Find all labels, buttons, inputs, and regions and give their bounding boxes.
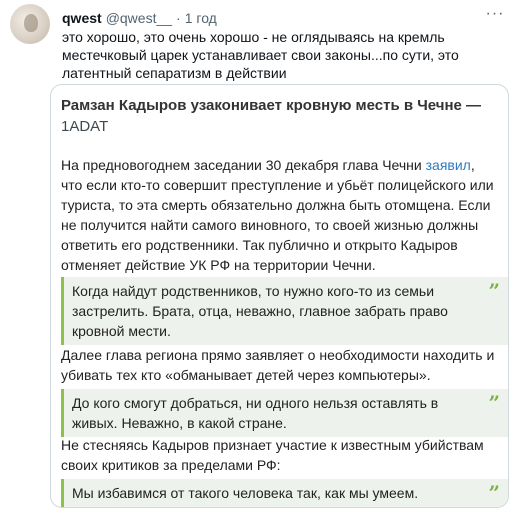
closing-quote-icon: ” [488, 391, 500, 415]
tweet-text: это хорошо, это очень хорошо - не огляды… [62, 29, 459, 81]
quote-1-text: Когда найдут родственников, то нужно ког… [72, 283, 448, 339]
avatar-image [24, 14, 38, 32]
timestamp[interactable]: 1 год [185, 10, 217, 26]
author-handle[interactable]: @qwest__ [106, 10, 172, 26]
quote-block-1: Когда найдут родственников, то нужно ког… [61, 277, 508, 345]
author-name[interactable]: qwest [62, 10, 102, 26]
quote-3-text: Мы избавимся от такого человека так, как… [72, 485, 419, 501]
paragraph-1-text-start: На предновогоднем заседании 30 декабря г… [61, 157, 426, 173]
closing-quote-icon: ” [488, 481, 500, 505]
quoted-article-card[interactable]: Рамзан Кадыров узаконивает кровную месть… [50, 84, 509, 508]
article-paragraph-3: Не стесняясь Кадыров признает участие к … [61, 437, 484, 473]
tweet-header: qwest @qwest__ · 1 год ··· [62, 6, 507, 28]
more-horizontal-icon[interactable]: ··· [483, 6, 507, 28]
avatar[interactable] [10, 4, 50, 44]
article-link[interactable]: заявил [426, 157, 471, 173]
article-title-text: Рамзан Кадыров узаконивает кровную месть… [61, 97, 482, 114]
quote-block-2: До кого смогут добраться, ни одного нель… [61, 389, 508, 437]
separator-dot: · [176, 10, 181, 26]
closing-quote-icon: ” [488, 279, 500, 303]
article-paragraph-2: Далее глава региона прямо заявляет о нео… [61, 347, 495, 383]
quote-2-text: До кого смогут добраться, ни одного нель… [72, 395, 439, 431]
paragraph-1-text-end: , что если кто-то совершит преступление … [61, 157, 494, 273]
article-source: 1ADAT [61, 118, 109, 135]
quote-block-3: Мы избавимся от такого человека так, как… [61, 479, 508, 507]
article-title: Рамзан Кадыров узаконивает кровную месть… [61, 95, 491, 137]
article-paragraph-1: На предновогоднем заседании 30 декабря г… [61, 155, 498, 275]
